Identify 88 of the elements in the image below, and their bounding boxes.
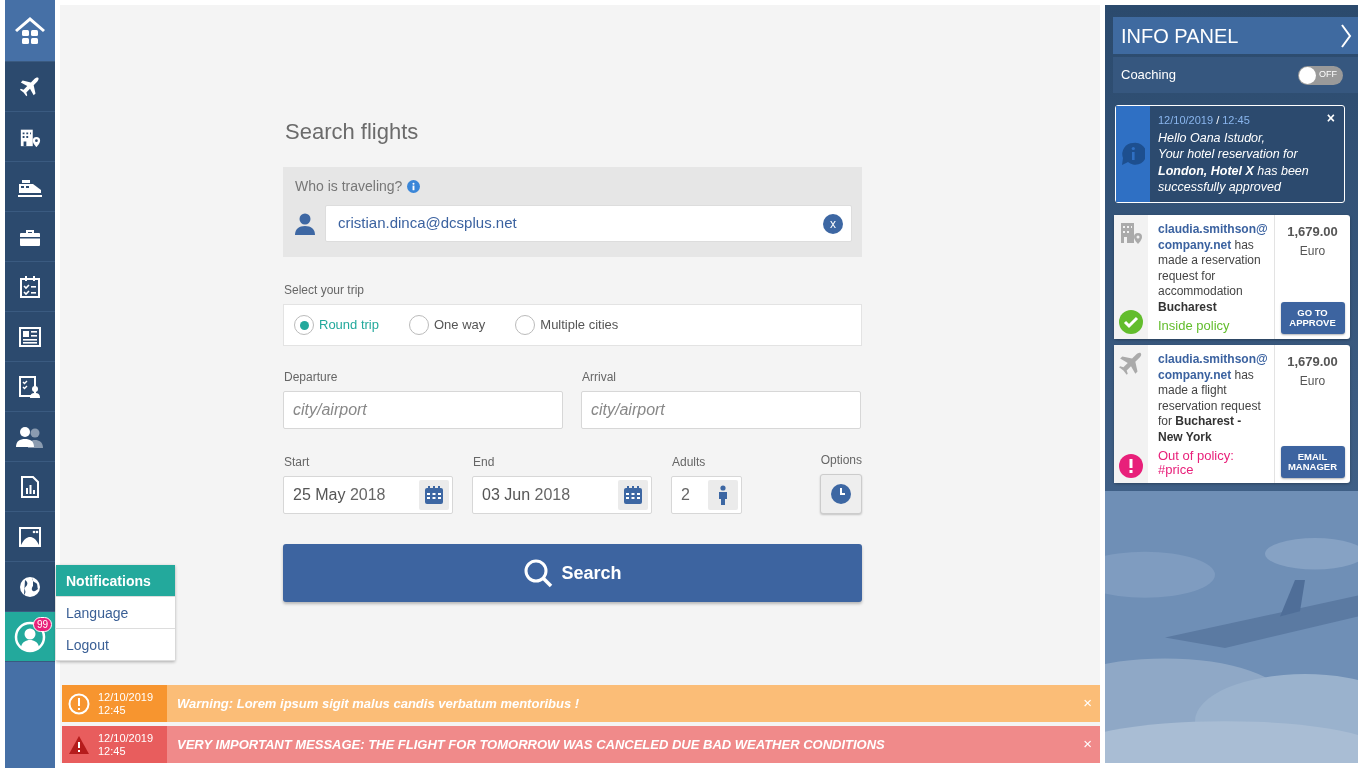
calendar-icon <box>623 485 643 505</box>
field-label: Adults <box>672 454 707 471</box>
sidebar-button[interactable] <box>5 562 55 612</box>
sidebar-button[interactable] <box>5 212 55 262</box>
calendar-icon <box>424 485 444 505</box>
chart-icon <box>21 475 39 498</box>
exclamation-icon <box>1119 454 1143 478</box>
options-button[interactable] <box>819 474 862 514</box>
profile-button[interactable]: 99 <box>5 612 55 662</box>
field-label: Select your trip <box>284 282 366 299</box>
close-button[interactable]: × <box>1322 108 1339 129</box>
field-label: End <box>473 454 496 471</box>
sidebar-button[interactable] <box>5 412 55 462</box>
calendar-button[interactable] <box>618 480 648 510</box>
departure-field[interactable]: city/airport <box>283 391 563 429</box>
policy-status: Out of policy: #price <box>1158 449 1235 477</box>
hotel-icon <box>1119 221 1143 245</box>
search-button[interactable]: Search <box>283 544 862 602</box>
chevron-right-icon[interactable] <box>1340 23 1352 48</box>
sidebar-button[interactable] <box>5 162 55 212</box>
document-icon <box>19 326 41 347</box>
end-date-field[interactable]: 03 Jun 2018 <box>472 476 652 514</box>
info-bubble-icon <box>1121 142 1145 166</box>
search-icon <box>523 558 554 588</box>
panel-title: INFO PANEL <box>1121 23 1239 49</box>
person-icon <box>295 212 315 235</box>
alert-message: Warning: Lorem ipsum sigit malus candis verbatum mentoribus ! <box>177 694 580 713</box>
person-icon <box>718 485 728 505</box>
start-date-field[interactable]: 25 May 2018 <box>283 476 453 514</box>
plane-icon <box>19 75 41 98</box>
traveler-field[interactable]: cristian.dinca@dcsplus.net x <box>325 205 852 242</box>
trip-option[interactable]: Round trip <box>294 315 379 335</box>
sidebar-button[interactable] <box>5 462 55 512</box>
field-label: Who is traveling? <box>295 177 403 196</box>
adults-field[interactable]: 2 <box>671 476 742 514</box>
globe-icon <box>19 575 41 598</box>
info-icon <box>407 180 421 193</box>
notification-timestamp: 12/10/2019 / 12:45 <box>1158 113 1250 128</box>
action-button[interactable]: GO TO APPROVE <box>1280 302 1345 334</box>
report-icon <box>19 375 41 398</box>
check-icon <box>1119 310 1143 334</box>
travelers-button[interactable] <box>708 480 738 510</box>
radio-button[interactable] <box>515 315 536 335</box>
clear-button[interactable]: x <box>823 213 843 234</box>
arrival-field[interactable]: city/airport <box>581 391 861 429</box>
picture-frame-icon <box>19 526 41 547</box>
users-icon <box>16 425 44 448</box>
plane-icon <box>1118 351 1144 377</box>
menu-item[interactable]: Language <box>56 597 175 629</box>
date-value: 25 May 2018 <box>293 485 386 505</box>
sidebar-button[interactable] <box>5 362 55 412</box>
date-value: 03 Jun 2018 <box>482 485 571 505</box>
menu-item[interactable]: Logout <box>56 629 175 661</box>
policy-status: Inside policy <box>1158 319 1231 333</box>
field-label: Arrival <box>582 369 617 386</box>
alert-timestamp: 12/10/2019 12:45 <box>98 690 154 717</box>
sidebar-button[interactable] <box>5 512 55 562</box>
price: 1,679.00 <box>1287 223 1338 241</box>
trip-option[interactable]: One way <box>409 315 486 335</box>
notification-message: Hello Oana Istudor, Your hotel reservation for London, Hotel X has been successfully approved <box>1158 129 1310 196</box>
field-label: Options <box>820 452 862 469</box>
radio-button[interactable] <box>409 315 429 335</box>
alert-timestamp: 12/10/2019 12:45 <box>98 731 154 758</box>
field-label: Departure <box>284 369 339 386</box>
home-icon <box>14 14 46 47</box>
sidebar-button[interactable] <box>5 262 55 312</box>
radio-button[interactable] <box>294 315 314 335</box>
adults-value: 2 <box>681 485 690 505</box>
warning-triangle-icon <box>68 734 90 755</box>
clock-icon <box>829 483 852 505</box>
sidebar-button[interactable] <box>5 112 55 162</box>
checklist-icon <box>20 275 40 298</box>
user-icon <box>14 620 46 653</box>
currency: Euro <box>1299 372 1326 390</box>
sidebar-button[interactable] <box>5 312 55 362</box>
alert-message: VERY IMPORTANT MESSAGE: THE FLIGHT FOR TOMORROW WAS CANCELED DUE BAD WEATHER CONDITIONS <box>177 735 885 754</box>
calendar-button[interactable] <box>419 480 449 510</box>
request-text: claudia.smithson@company.net has made a reservation request for accommodation Bucharest <box>1158 222 1268 315</box>
notification-badge: 99 <box>32 617 52 632</box>
coaching-label: Coaching <box>1121 66 1176 85</box>
currency: Euro <box>1299 242 1326 260</box>
field-label: Start <box>284 454 311 471</box>
action-button[interactable]: EMAIL MANAGER <box>1280 446 1345 478</box>
price: 1,679.00 <box>1287 353 1338 371</box>
trip-option[interactable]: Multiple cities <box>515 315 619 335</box>
request-text: claudia.smithson@company.net has made a flight reservation request for Bucharest - New York <box>1158 352 1268 445</box>
exclamation-icon <box>68 692 90 715</box>
sidebar-button[interactable] <box>5 62 55 112</box>
